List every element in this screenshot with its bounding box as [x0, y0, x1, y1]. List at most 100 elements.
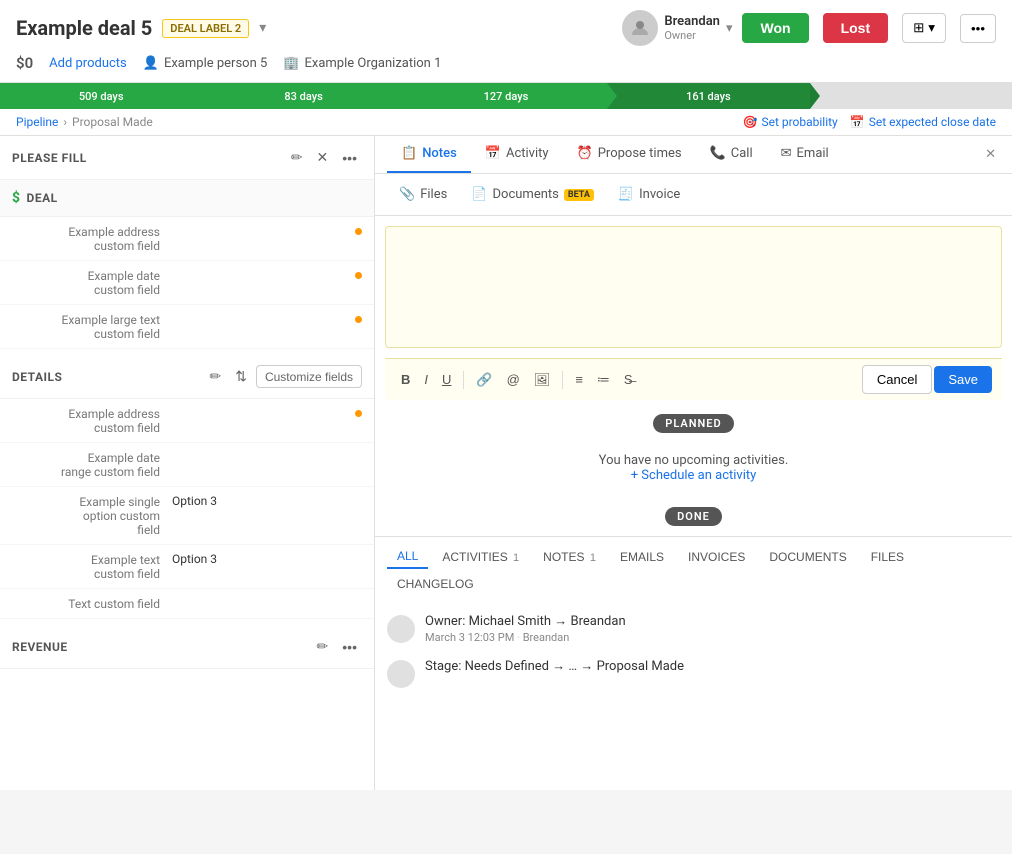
- sub-tab-files[interactable]: 📎 Files: [387, 182, 459, 207]
- dollar-icon: $: [12, 190, 21, 206]
- close-please-fill-button[interactable]: ✕: [312, 146, 334, 169]
- required-indicator: [355, 316, 362, 323]
- please-fill-label: PLEASE FILL: [12, 151, 87, 165]
- more-please-fill-button[interactable]: •••: [337, 146, 362, 169]
- deal-dropdown-icon[interactable]: ▾: [259, 20, 266, 36]
- grid-icon: ⊞: [913, 20, 924, 36]
- bullet-list-button[interactable]: ≡: [569, 368, 589, 391]
- tab-propose-times[interactable]: ⏰ Propose times: [563, 136, 696, 173]
- edit-please-fill-button[interactable]: ✏: [286, 146, 308, 169]
- call-tab-icon: 📞: [710, 146, 726, 161]
- owner-name: Breandan: [664, 14, 720, 29]
- won-button[interactable]: Won: [742, 13, 808, 43]
- view-toggle-button[interactable]: ⊞ ▾: [902, 13, 946, 43]
- save-button[interactable]: Save: [934, 366, 992, 393]
- tab-email[interactable]: ✉ Email: [767, 136, 843, 173]
- activity-filter: ALL ACTIVITIES 1 NOTES 1 EMAILS INVOICES…: [375, 536, 1012, 603]
- note-editor[interactable]: [385, 226, 1002, 348]
- add-products-link[interactable]: Add products: [49, 56, 127, 71]
- person-name: Example person 5: [164, 56, 267, 71]
- filter-notes-button[interactable]: NOTES 1: [533, 545, 606, 569]
- lost-button[interactable]: Lost: [823, 13, 889, 43]
- email-tab-icon: ✉: [781, 146, 792, 161]
- customize-fields-button[interactable]: Customize fields: [256, 365, 362, 388]
- tab-notes[interactable]: 📋 Notes: [387, 136, 471, 173]
- filter-documents-button[interactable]: DOCUMENTS: [759, 545, 856, 569]
- more-options-button[interactable]: •••: [960, 14, 996, 43]
- filter-invoices-button[interactable]: INVOICES: [678, 545, 755, 569]
- underline-button[interactable]: U: [436, 368, 457, 391]
- italic-button[interactable]: I: [418, 368, 434, 391]
- documents-icon: 📄: [471, 187, 487, 202]
- planned-badge: PLANNED: [653, 414, 733, 433]
- field-value[interactable]: Option 3: [172, 552, 362, 566]
- revenue-section-header: REVENUE ✏ •••: [0, 625, 374, 669]
- strikethrough-button[interactable]: S̶: [618, 368, 639, 391]
- editor-content[interactable]: [396, 237, 991, 337]
- filter-changelog-button[interactable]: CHANGELOG: [387, 573, 484, 595]
- edit-revenue-button[interactable]: ✏: [312, 635, 334, 658]
- breadcrumb-sep: ›: [63, 115, 67, 129]
- activity-log: Owner: Michael Smith → Breandan March 3 …: [375, 603, 1012, 712]
- please-fill-title: PLEASE FILL: [12, 151, 286, 165]
- deal-section-header: $ DEAL: [0, 180, 374, 217]
- notes-tab-icon: 📋: [401, 146, 417, 161]
- left-panel: PLEASE FILL ✏ ✕ ••• $ DEAL Example addre…: [0, 136, 375, 790]
- set-close-date-link[interactable]: 📅 Set expected close date: [850, 115, 996, 129]
- deal-label: DEAL LABEL 2: [162, 19, 249, 38]
- field-label: Example large textcustom field: [12, 312, 172, 341]
- schedule-activity-link[interactable]: + Schedule an activity: [631, 468, 757, 483]
- owner-area: Breandan Owner ▾: [622, 10, 732, 46]
- probability-icon: 🎯: [743, 115, 758, 129]
- field-label: Example textcustom field: [12, 552, 172, 581]
- pipeline-link[interactable]: Pipeline: [16, 115, 58, 129]
- calendar-icon: 📅: [850, 115, 865, 129]
- edit-details-button[interactable]: ✏: [205, 365, 227, 388]
- list-item: Stage: Needs Defined → … → Proposal Made: [387, 658, 1000, 688]
- table-row: Example textcustom field Option 3: [0, 545, 374, 589]
- more-revenue-button[interactable]: •••: [337, 635, 362, 658]
- tab-activity[interactable]: 📅 Activity: [471, 136, 563, 173]
- avatar: [622, 10, 658, 46]
- cancel-button[interactable]: Cancel: [862, 365, 932, 394]
- field-value[interactable]: Option 3: [172, 494, 362, 508]
- filter-emails-button[interactable]: EMAILS: [610, 545, 674, 569]
- image-button[interactable]: 🖼: [528, 368, 557, 392]
- breadcrumb-bar: Pipeline › Proposal Made 🎯 Set probabili…: [0, 109, 1012, 136]
- beta-badge: BETA: [564, 189, 594, 201]
- mention-button[interactable]: @: [501, 368, 526, 391]
- revenue-section-title: REVENUE: [12, 640, 312, 654]
- deal-section-title: $ DEAL: [12, 190, 362, 206]
- sort-details-button[interactable]: ⇅: [230, 365, 252, 388]
- table-row: Example addresscustom field: [0, 399, 374, 443]
- org-icon: 🏢: [283, 56, 299, 71]
- link-button[interactable]: 🔗: [470, 368, 498, 392]
- tabs-header: 📋 Notes 📅 Activity ⏰ Propose times 📞 Cal…: [375, 136, 1012, 174]
- filter-files-button[interactable]: FILES: [861, 545, 914, 569]
- log-content: Stage: Needs Defined → … → Proposal Made: [425, 658, 1000, 688]
- planned-section: PLANNED: [375, 414, 1012, 433]
- owner-dropdown-icon[interactable]: ▾: [726, 21, 733, 36]
- propose-times-tab-icon: ⏰: [577, 146, 593, 161]
- amount-display: $0: [16, 54, 33, 72]
- sub-tab-documents[interactable]: 📄 Documents BETA: [459, 182, 606, 207]
- log-text: Stage: Needs Defined → … → Proposal Made: [425, 658, 1000, 674]
- deal-title: Example deal 5: [16, 16, 152, 40]
- table-row: Example singleoption customfield Option …: [0, 487, 374, 545]
- tab-call[interactable]: 📞 Call: [696, 136, 767, 173]
- sub-tab-invoice[interactable]: 🧾 Invoice: [606, 182, 692, 207]
- done-badge: DONE: [665, 507, 722, 526]
- required-indicator: [355, 228, 362, 235]
- log-avatar: [387, 615, 415, 643]
- table-row: Example large textcustom field: [0, 305, 374, 349]
- right-panel: 📋 Notes 📅 Activity ⏰ Propose times 📞 Cal…: [375, 136, 1012, 790]
- numbered-list-button[interactable]: ≔: [591, 368, 616, 392]
- filter-all-button[interactable]: ALL: [387, 545, 428, 569]
- table-row: Example addresscustom field: [0, 217, 374, 261]
- editor-toolbar: B I U 🔗 @ 🖼 ≡ ≔ S̶ Cancel Save: [385, 358, 1002, 400]
- activities-count: 1: [513, 552, 519, 564]
- set-probability-link[interactable]: 🎯 Set probability: [743, 115, 838, 129]
- bold-button[interactable]: B: [395, 368, 416, 391]
- filter-activities-button[interactable]: ACTIVITIES 1: [432, 545, 529, 569]
- close-tab-button[interactable]: ✕: [981, 143, 1000, 166]
